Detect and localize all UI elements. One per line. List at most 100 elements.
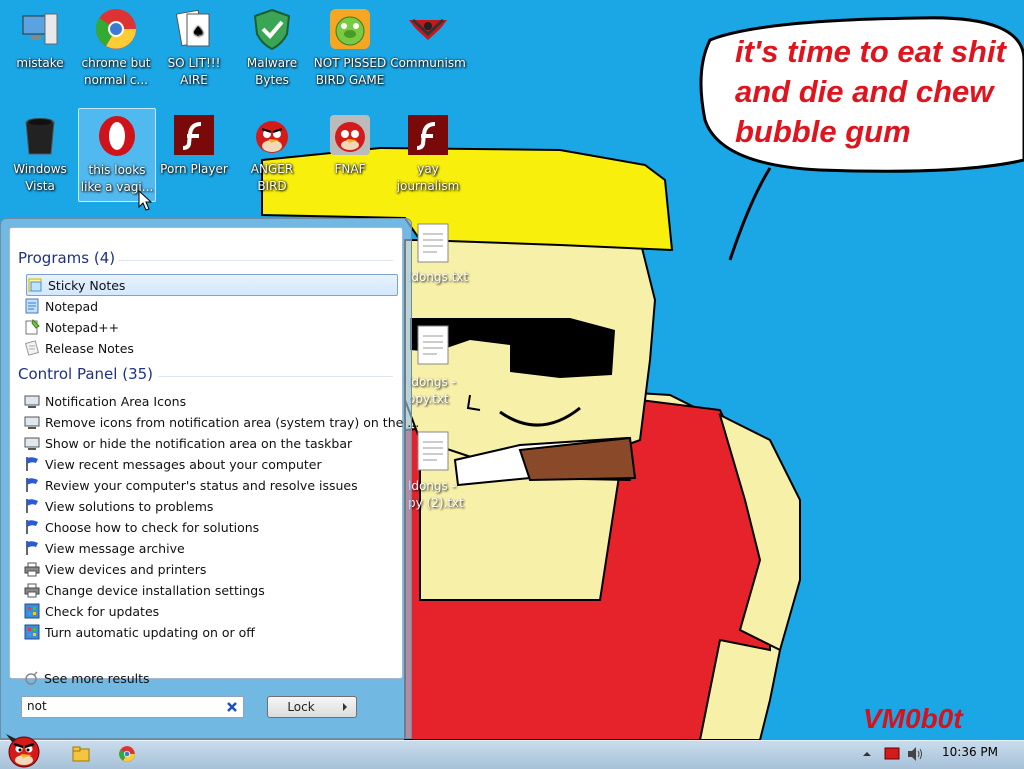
- result-control-item[interactable]: Show or hide the notification area on th…: [24, 433, 352, 453]
- chrome-icon: [95, 9, 136, 49]
- notepadpp-icon: [25, 319, 40, 335]
- text-file-icon: [417, 325, 449, 365]
- icon-label: SO LIT!!! AIRE: [167, 56, 221, 87]
- mouse-cursor-icon: [138, 190, 153, 211]
- start-menu: Programs (4) Sticky Notes Notepad Notepa…: [0, 218, 419, 739]
- result-control-item[interactable]: Turn automatic updating on or off: [24, 622, 255, 642]
- see-more-results-link[interactable]: See more results: [24, 670, 150, 686]
- icon-label: ANGER BIRD: [250, 162, 294, 193]
- icon-label: mistake: [16, 56, 64, 70]
- start-button-angry-bird-icon[interactable]: [2, 728, 48, 768]
- result-control-item[interactable]: Choose how to check for solutions: [24, 517, 259, 537]
- desktop-text-file[interactable]: ldongs - py (2).txt: [408, 428, 468, 512]
- icon-label: ldongs.txt: [408, 270, 469, 284]
- lock-button[interactable]: Lock: [267, 696, 335, 718]
- result-control-item[interactable]: Check for updates: [24, 601, 159, 621]
- solitaire-cards-icon: ♠: [175, 9, 210, 47]
- result-notepadpp[interactable]: Notepad++: [24, 317, 119, 337]
- result-label: Review your computer's status and resolv…: [45, 477, 358, 493]
- icon-label: chrome but normal c...: [81, 56, 151, 87]
- result-control-item[interactable]: Remove icons from notification area (sys…: [24, 412, 419, 432]
- svg-text:♠: ♠: [192, 24, 205, 40]
- flash-icon: [408, 115, 448, 155]
- result-label: Remove icons from notification area (sys…: [45, 414, 420, 430]
- taskbar-explorer-icon[interactable]: [71, 744, 91, 764]
- desktop-icon-malwarebytes[interactable]: Malware Bytes: [234, 2, 310, 94]
- chevron-right-icon: [343, 703, 347, 711]
- icon-label: NOT PISSED BIRD GAME: [313, 56, 387, 87]
- desktop-icon-porn-player[interactable]: Porn Player: [156, 108, 232, 200]
- windows-update-icon: [24, 624, 40, 640]
- power-options-button[interactable]: [334, 696, 357, 718]
- action-center-flag-icon[interactable]: [884, 746, 900, 762]
- result-label: Change device installation settings: [45, 582, 265, 598]
- result-control-item[interactable]: View solutions to problems: [24, 496, 213, 516]
- result-label: Notepad++: [45, 319, 120, 335]
- speech-bubble-text: it's time to eat shit and die and chew b…: [735, 34, 1006, 149]
- result-control-item[interactable]: Review your computer's status and resolv…: [24, 475, 358, 495]
- result-label: Check for updates: [45, 603, 160, 619]
- desktop-icon-opera[interactable]: this looks like a vagi...: [78, 108, 156, 202]
- result-label: View message archive: [45, 540, 185, 556]
- control-panel-header: Control Panel (35): [18, 365, 154, 383]
- programs-header: Programs (4): [18, 249, 116, 267]
- desktop-icon-fnaf[interactable]: FNAF: [312, 108, 388, 200]
- icon-label: ldongs - opy.txt: [408, 375, 456, 406]
- result-label: Show or hide the notification area on th…: [45, 435, 353, 451]
- desktop-icon-communism[interactable]: Communism: [390, 2, 466, 94]
- start-search-box[interactable]: [21, 696, 244, 718]
- clock-time[interactable]: 10:36 PM: [942, 745, 998, 759]
- text-file-icon: [417, 223, 449, 263]
- result-control-item[interactable]: Notification Area Icons: [24, 391, 186, 411]
- see-more-label: See more results: [44, 670, 150, 686]
- flag-icon: [26, 541, 38, 555]
- clear-search-icon[interactable]: [224, 699, 240, 715]
- flag-icon: [26, 520, 38, 534]
- result-control-item[interactable]: View devices and printers: [24, 559, 206, 579]
- printer-icon: [24, 583, 40, 598]
- desktop-text-file[interactable]: ldongs.txt: [408, 220, 468, 304]
- result-notepad[interactable]: Notepad: [24, 296, 98, 316]
- volume-icon[interactable]: [906, 746, 924, 762]
- desktop-icon-recycle-bin[interactable]: Windows Vista: [2, 108, 78, 200]
- show-hidden-icons-icon[interactable]: [861, 748, 873, 760]
- icon-label: ldongs - py (2).txt: [408, 479, 464, 510]
- icon-label: yay journalism: [396, 162, 460, 193]
- icon-label: Windows Vista: [13, 162, 67, 193]
- sticky-notes-icon: [28, 278, 42, 292]
- notepad-icon: [25, 298, 39, 314]
- watermark: VM0b0t: [863, 703, 963, 734]
- emblem-icon: [409, 18, 447, 40]
- result-label: Release Notes: [45, 340, 134, 356]
- search-icon: [25, 671, 38, 685]
- desktop-icon-anger-bird[interactable]: ANGER BIRD: [234, 108, 310, 200]
- monitor-icon: [24, 416, 40, 429]
- recycle-bin-icon: [25, 118, 55, 155]
- search-results-panel: Programs (4) Sticky Notes Notepad Notepa…: [9, 227, 419, 686]
- monitor-icon: [24, 437, 40, 450]
- result-label: View devices and printers: [45, 561, 207, 577]
- printer-icon: [24, 562, 40, 577]
- result-control-item[interactable]: View recent messages about your computer: [24, 454, 322, 474]
- desktop-icon-chrome[interactable]: chrome but normal c...: [78, 2, 154, 94]
- monitor-icon: [24, 395, 40, 408]
- desktop-icon-not-pissed-bird[interactable]: NOT PISSED BIRD GAME: [312, 2, 388, 94]
- windows-update-icon: [24, 603, 40, 619]
- angry-bird-icon: [256, 121, 288, 153]
- desktop-icon-yay-journalism[interactable]: yay journalism: [390, 108, 466, 200]
- shield-check-icon: [253, 8, 291, 51]
- icon-label: Porn Player: [160, 162, 228, 176]
- icon-label: Communism: [390, 56, 466, 70]
- desktop-text-file[interactable]: ldongs - opy.txt: [408, 322, 468, 406]
- result-label: Sticky Notes: [48, 277, 126, 293]
- desktop-icon-solitaire[interactable]: ♠ SO LIT!!! AIRE: [156, 2, 232, 94]
- desktop-icon-mistake[interactable]: mistake: [2, 2, 78, 94]
- result-control-item[interactable]: View message archive: [24, 538, 185, 558]
- result-control-item[interactable]: Change device installation settings: [24, 580, 265, 600]
- result-sticky-notes[interactable]: Sticky Notes: [26, 274, 398, 296]
- search-input[interactable]: [22, 697, 217, 715]
- taskbar-chrome-icon[interactable]: [118, 745, 136, 763]
- result-release-notes[interactable]: Release Notes: [24, 338, 134, 358]
- flash-icon: [174, 115, 214, 155]
- result-label: View solutions to problems: [45, 498, 214, 514]
